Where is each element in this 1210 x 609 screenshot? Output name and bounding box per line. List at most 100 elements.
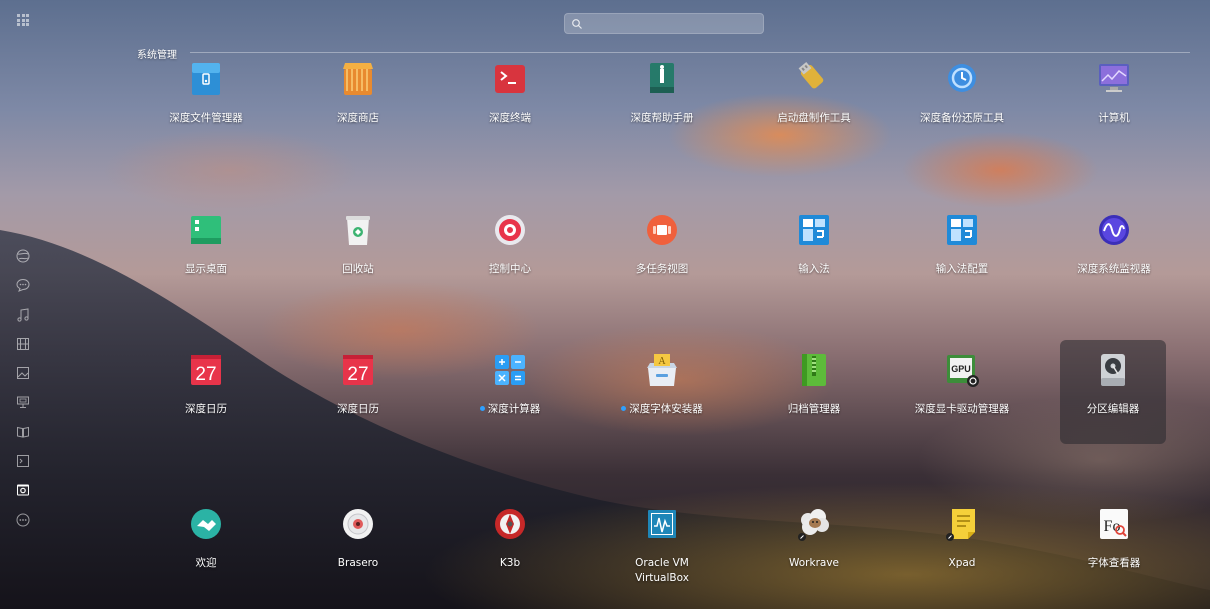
app-gpu-driver[interactable]: GPU 深度显卡驱动管理器 xyxy=(909,340,1015,444)
game-icon[interactable] xyxy=(15,394,31,410)
app-xpad[interactable]: Xpad xyxy=(909,494,1015,598)
input-config-icon xyxy=(947,215,977,245)
archive-icon xyxy=(802,354,826,386)
app-backup[interactable]: 深度备份还原工具 xyxy=(909,49,1015,153)
category-sidebar xyxy=(15,248,35,541)
new-app-indicator xyxy=(621,405,627,411)
app-label: 深度帮助手册 xyxy=(630,112,694,124)
app-virtualbox[interactable]: Oracle VM VirtualBox xyxy=(609,494,715,598)
app-label: 深度系统监视器 xyxy=(1077,263,1151,275)
app-multitask[interactable]: 多任务视图 xyxy=(609,200,715,304)
app-font-viewer[interactable]: Fo 字体查看器 xyxy=(1061,494,1167,598)
app-label: Brasero xyxy=(337,557,379,569)
search-input[interactable] xyxy=(585,14,764,35)
app-file-manager[interactable]: 深度文件管理器 xyxy=(153,49,259,153)
app-brasero[interactable]: Brasero xyxy=(305,494,411,598)
app-computer[interactable]: 计算机 xyxy=(1061,49,1167,153)
app-label: 显示桌面 xyxy=(185,263,227,275)
developer-icon[interactable] xyxy=(15,453,31,469)
new-app-indicator xyxy=(479,405,485,411)
view-mode-toggle[interactable] xyxy=(17,14,29,26)
app-label: 深度文件管理器 xyxy=(169,112,243,124)
app-welcome[interactable]: 欢迎 xyxy=(153,494,259,598)
chat-icon[interactable] xyxy=(15,277,31,293)
app-archive-manager[interactable]: 归档管理器 xyxy=(761,340,867,444)
app-calendar[interactable]: 27 深度日历 xyxy=(153,340,259,444)
computer-icon xyxy=(1099,64,1129,92)
svg-text:A: A xyxy=(658,356,666,367)
video-icon[interactable] xyxy=(15,336,31,352)
app-label: 字体查看器 xyxy=(1087,557,1141,569)
input-method-icon xyxy=(799,215,829,245)
app-label: 深度显卡驱动管理器 xyxy=(914,403,1010,415)
system-monitor-icon xyxy=(1099,215,1129,245)
app-partition-editor[interactable]: 分区编辑器 xyxy=(1060,340,1166,444)
app-input-method[interactable]: 输入法 xyxy=(761,200,867,304)
app-font-installer[interactable]: A 深度字体安装器 xyxy=(609,340,715,444)
gpu-badge-text: GPU xyxy=(951,364,971,374)
calendar-icon: 27 xyxy=(191,355,221,385)
app-input-config[interactable]: 输入法配置 xyxy=(909,200,1015,304)
launcher-screen: 系统管理 深度文件管理器 深度商店 深度终端 深度帮助手册 启动盘制作工具 深度… xyxy=(0,0,1210,609)
k3b-icon xyxy=(495,509,525,539)
app-label: 回收站 xyxy=(342,263,374,275)
app-label: 启动盘制作工具 xyxy=(777,112,851,124)
font-viewer-icon: Fo xyxy=(1100,509,1128,539)
search-icon xyxy=(572,19,582,29)
app-label: 深度备份还原工具 xyxy=(920,112,1004,124)
others-icon[interactable] xyxy=(15,512,31,528)
app-label: 分区编辑器 xyxy=(1086,403,1140,415)
search-box[interactable] xyxy=(564,13,764,35)
app-label: Xpad xyxy=(948,557,976,569)
boot-maker-icon xyxy=(798,61,824,89)
app-workrave[interactable]: Workrave xyxy=(761,494,867,598)
app-store[interactable]: 深度商店 xyxy=(305,49,411,153)
app-calendar-2[interactable]: 27 深度日历 xyxy=(305,340,411,444)
app-control-center[interactable]: 控制中心 xyxy=(457,200,563,304)
app-terminal[interactable]: 深度终端 xyxy=(457,49,563,153)
app-label: 计算机 xyxy=(1098,112,1130,124)
app-boot-maker[interactable]: 启动盘制作工具 xyxy=(761,49,867,153)
image-icon[interactable] xyxy=(15,365,31,381)
multitask-icon xyxy=(647,215,677,245)
calendar-icon: 27 xyxy=(343,355,373,385)
app-label: Oracle VM VirtualBox xyxy=(635,557,689,584)
app-label: 输入法配置 xyxy=(935,263,989,275)
app-label: 深度商店 xyxy=(337,112,379,124)
app-label: 深度日历 xyxy=(337,403,379,415)
app-system-monitor[interactable]: 深度系统监视器 xyxy=(1061,200,1167,304)
music-icon[interactable] xyxy=(15,307,31,323)
calculator-icon xyxy=(495,355,525,385)
app-k3b[interactable]: K3b xyxy=(457,494,563,598)
file-manager-icon xyxy=(192,63,220,95)
workrave-icon xyxy=(798,509,829,541)
app-label: 归档管理器 xyxy=(787,403,841,415)
app-trash[interactable]: 回收站 xyxy=(305,200,411,304)
control-center-icon xyxy=(495,215,525,245)
app-store-icon xyxy=(343,63,373,95)
backup-icon xyxy=(948,64,976,92)
app-label: 深度终端 xyxy=(489,112,531,124)
terminal-icon xyxy=(495,65,525,93)
app-label: 深度计算器 xyxy=(457,402,563,417)
calendar-day: 27 xyxy=(347,364,368,385)
manual-icon xyxy=(650,63,674,93)
virtualbox-icon xyxy=(648,510,676,538)
app-label: 深度日历 xyxy=(185,403,227,415)
calendar-day: 27 xyxy=(195,364,216,385)
partition-editor-icon xyxy=(1101,354,1125,386)
app-label: 多任务视图 xyxy=(635,263,689,275)
office-icon[interactable] xyxy=(15,424,31,440)
app-manual[interactable]: 深度帮助手册 xyxy=(609,49,715,153)
app-calculator[interactable]: 深度计算器 xyxy=(457,340,563,444)
app-label: 深度字体安装器 xyxy=(609,402,715,417)
xpad-icon xyxy=(946,509,975,541)
app-label: 输入法 xyxy=(798,263,830,275)
system-icon[interactable] xyxy=(15,482,31,498)
show-desktop-icon xyxy=(191,216,221,244)
app-show-desktop[interactable]: 显示桌面 xyxy=(153,200,259,304)
internet-icon[interactable] xyxy=(15,248,31,264)
brasero-icon xyxy=(343,509,373,539)
welcome-icon xyxy=(191,509,221,539)
gpu-driver-icon: GPU xyxy=(947,355,979,387)
